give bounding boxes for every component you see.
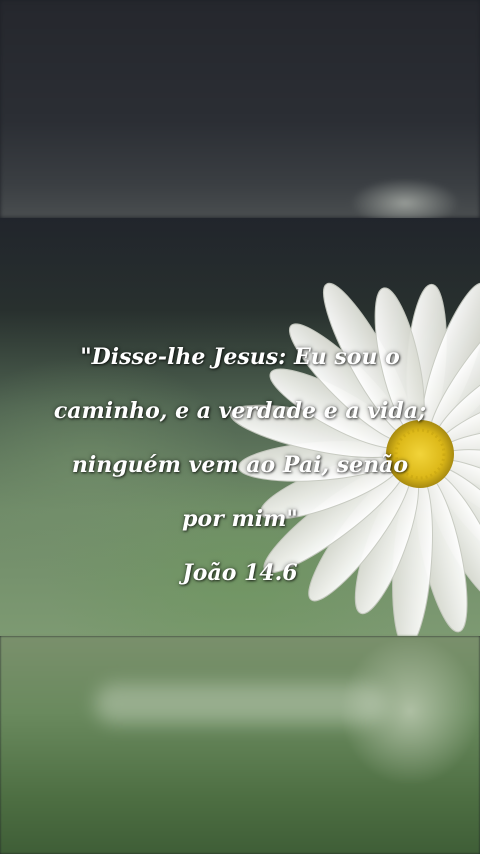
verse-reference: João 14.6 [182, 560, 298, 586]
verse-line-1: "Disse-lhe Jesus: Eu sou o [80, 344, 400, 370]
blurred-caption [95, 684, 385, 724]
blurred-bottom-background [0, 636, 480, 854]
verse-line-2: caminho, e a verdade e a vida; [53, 398, 427, 424]
verse-line-3: ninguém vem ao Pai, senão [71, 452, 409, 478]
verse-line-4: por mim" [182, 506, 298, 532]
bible-verse-overlay: "Disse-lhe Jesus: Eu sou o caminho, e a … [20, 330, 460, 600]
blurred-top-background [0, 0, 480, 228]
